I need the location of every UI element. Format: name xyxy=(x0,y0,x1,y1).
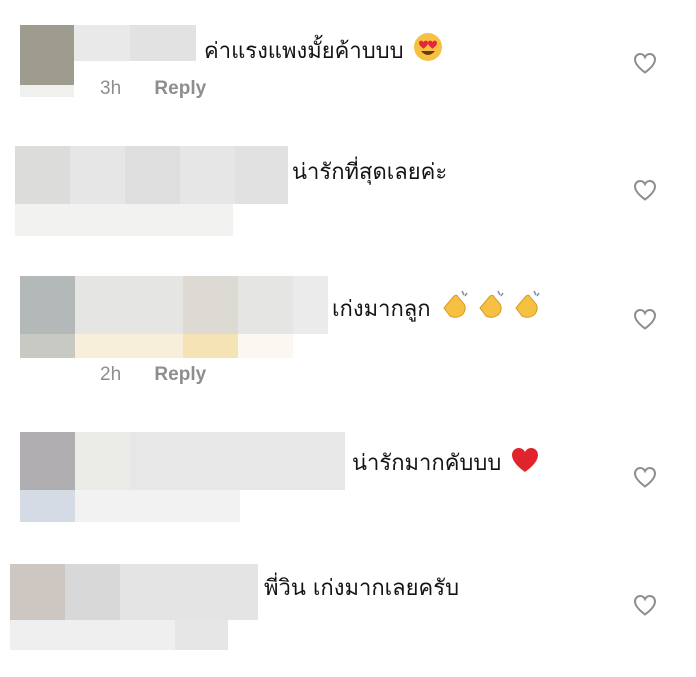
blurred-username xyxy=(183,276,238,334)
comment-item: น่ารักที่สุดเลยค่ะ xyxy=(0,140,696,240)
timestamp: 3h xyxy=(100,78,122,99)
comment-item: ค่าแรงแพงมั้ยค้าบบบ 3h Reply xyxy=(0,0,696,110)
avatar[interactable] xyxy=(15,146,70,204)
avatar[interactable] xyxy=(10,564,65,620)
like-heart-icon[interactable] xyxy=(632,51,658,75)
blurred-username xyxy=(183,334,238,358)
blurred-username xyxy=(65,564,120,620)
avatar[interactable] xyxy=(20,276,75,334)
blurred-username xyxy=(20,85,74,97)
heart-eyes-emoji-icon xyxy=(413,32,443,71)
clapping-hands-icon xyxy=(440,288,548,329)
comment-text: น่ารักที่สุดเลยค่ะ xyxy=(292,160,448,185)
like-heart-icon[interactable] xyxy=(632,593,658,617)
avatar[interactable] xyxy=(20,25,74,85)
blurred-username xyxy=(20,334,75,358)
comment-meta: 3h Reply xyxy=(100,78,206,100)
comment-text: ค่าแรงแพงมั้ยค้าบบบ xyxy=(204,32,443,71)
comment-text: น่ารักมากคับบบ xyxy=(352,446,540,483)
blurred-username xyxy=(235,146,288,204)
like-heart-icon[interactable] xyxy=(632,178,658,202)
blurred-username xyxy=(238,334,293,358)
comment-item: พี่วิน เก่งมากเลยครับ xyxy=(0,560,696,670)
blurred-username xyxy=(75,334,183,358)
comment-text: พี่วิน เก่งมากเลยครับ xyxy=(264,576,460,601)
timestamp: 2h xyxy=(100,364,122,385)
comment-item: เก่งมากลูก 2h Reply xyxy=(0,270,696,400)
comment-text: เก่งมากลูก xyxy=(332,288,548,329)
blurred-username xyxy=(130,25,196,61)
blurred-username xyxy=(293,276,328,334)
red-heart-icon xyxy=(510,446,540,483)
like-heart-icon[interactable] xyxy=(632,465,658,489)
comment-meta: 2h Reply xyxy=(100,364,206,386)
like-heart-icon[interactable] xyxy=(632,307,658,331)
blurred-username xyxy=(175,620,228,650)
blurred-username xyxy=(75,490,240,522)
blurred-username xyxy=(15,204,233,236)
avatar[interactable] xyxy=(20,432,75,490)
comment-item: น่ารักมากคับบบ xyxy=(0,430,696,530)
blurred-username xyxy=(75,432,130,490)
reply-button[interactable]: Reply xyxy=(154,78,206,99)
reply-button[interactable]: Reply xyxy=(154,364,206,385)
blurred-username xyxy=(125,146,180,204)
blurred-username xyxy=(20,490,75,522)
